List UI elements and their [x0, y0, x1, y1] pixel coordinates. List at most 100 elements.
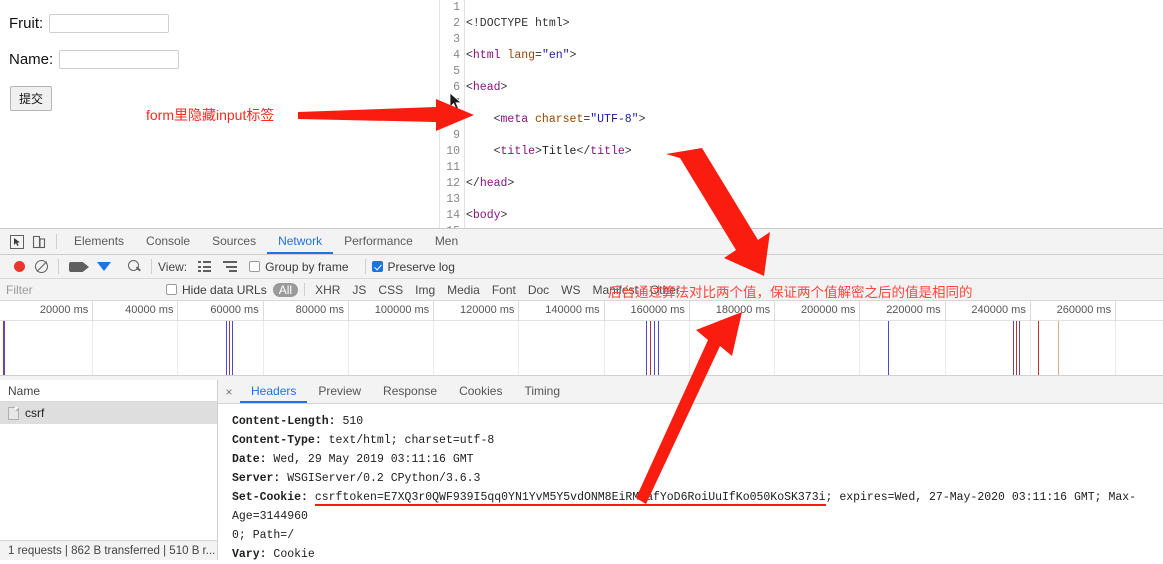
detail-tab-cookies[interactable]: Cookies: [448, 380, 513, 403]
tab-elements[interactable]: Elements: [63, 229, 135, 254]
tab-network[interactable]: Network: [267, 229, 333, 254]
timeline-tick-label: 60000 ms: [210, 304, 259, 316]
close-icon[interactable]: ×: [218, 385, 240, 399]
timeline-gridline: [775, 321, 861, 375]
fruit-input[interactable]: [49, 14, 170, 33]
code-line: <html lang="en">: [466, 49, 577, 62]
header-row-set-cookie: Set-Cookie: csrftoken=E7XQ3r0QWF939I5qq0…: [232, 488, 1163, 526]
code-line-number: 8: [453, 113, 460, 126]
annotation-backend-compare: 后台通过算法对比两个值，保证两个值解密之后的值是相同的: [608, 285, 973, 300]
filter-type-font[interactable]: Font: [486, 283, 522, 297]
detail-tab-headers[interactable]: Headers: [240, 380, 307, 403]
timeline-tick: 20000 ms: [8, 301, 94, 321]
timeline-tick-label: 20000 ms: [39, 304, 89, 316]
annotation-form-hidden-input: form里隐藏input标签: [146, 107, 275, 123]
header-value: WSGIServer/0.2 CPython/3.6.3: [287, 472, 481, 485]
timeline-tick-label: 120000 ms: [459, 304, 515, 316]
filter-type-doc[interactable]: Doc: [522, 283, 555, 297]
tab-sources[interactable]: Sources: [201, 229, 267, 254]
filter-type-ws[interactable]: WS: [555, 283, 586, 297]
clear-button[interactable]: [30, 257, 52, 277]
header-row-set-cookie-wrap: 0; Path=/: [232, 529, 295, 542]
timeline-gridline: [349, 321, 435, 375]
search-button[interactable]: [123, 257, 145, 277]
preserve-log-label: Preserve log: [387, 259, 455, 274]
filter-type-xhr[interactable]: XHR: [309, 283, 346, 297]
filter-divider: [304, 283, 306, 296]
header-key: Content-Type:: [232, 434, 322, 447]
filter-type-css[interactable]: CSS: [372, 283, 409, 297]
name-label: Name:: [9, 51, 54, 68]
timeline-tick-label: 220000 ms: [886, 304, 941, 316]
fruit-label: Fruit:: [9, 15, 44, 32]
code-line-number: 7: [453, 97, 460, 110]
header-row-content-type: Content-Type: text/html; charset=utf-8: [232, 431, 1163, 450]
toolbar-divider: [151, 259, 152, 274]
timeline-gridline: [1031, 321, 1117, 375]
code-line: <head>: [466, 81, 508, 94]
filter-type-all[interactable]: All: [272, 282, 299, 297]
timeline-tick-label: 140000 ms: [545, 304, 600, 316]
waterfall-view-icon: [223, 261, 238, 272]
tab-memory[interactable]: Men: [424, 229, 469, 254]
document-icon: [8, 406, 19, 420]
clear-icon: [34, 260, 48, 273]
header-row-content-length: Content-Length: 510: [232, 412, 1163, 431]
timeline-tick-label: 180000 ms: [715, 304, 771, 316]
list-view-icon: [197, 261, 211, 272]
timeline-tick: 60000 ms: [178, 301, 264, 321]
timeline-event-marker: [1058, 321, 1059, 375]
name-row: Name:: [9, 50, 180, 69]
timeline-event-marker: [650, 321, 651, 375]
detail-tab-response[interactable]: Response: [372, 380, 448, 403]
header-row-date: Date: Wed, 29 May 2019 03:11:16 GMT: [232, 450, 1163, 469]
filter-type-media[interactable]: Media: [441, 283, 486, 297]
view-waterfall-button[interactable]: [219, 257, 241, 277]
timeline-gridline: [690, 321, 776, 375]
tab-performance[interactable]: Performance: [333, 229, 424, 254]
filter-button[interactable]: [93, 257, 115, 284]
code-line-number: 3: [453, 33, 460, 46]
timeline-tick: 80000 ms: [264, 301, 349, 321]
timeline-event-marker: [654, 321, 655, 375]
header-row-vary: Vary: Cookie: [232, 545, 1163, 564]
network-toolbar: View: Group by frame Preserve log: [0, 255, 1163, 284]
name-input[interactable]: [59, 50, 180, 69]
filter-type-js[interactable]: JS: [346, 283, 372, 297]
timeline-event-marker: [1013, 321, 1014, 375]
header-row-server: Server: WSGIServer/0.2 CPython/3.6.3: [232, 469, 1163, 488]
timeline-tick: 160000 ms: [605, 301, 690, 321]
code-line-number: 2: [453, 17, 460, 30]
hide-data-urls-checkbox[interactable]: [166, 284, 177, 295]
submit-button[interactable]: 提交: [10, 86, 53, 111]
devtools-tabbar: Elements Console Sources Network Perform…: [0, 229, 1163, 255]
detail-tab-timing[interactable]: Timing: [513, 380, 571, 403]
tab-console[interactable]: Console: [135, 229, 201, 254]
code-line-number: 5: [453, 65, 460, 78]
timeline-tick-label: 80000 ms: [295, 304, 344, 316]
network-overview-timeline: 20000 ms 40000 ms 60000 ms 80000 ms 100000 m…: [0, 301, 1163, 376]
request-row-csrf[interactable]: csrf: [0, 402, 217, 424]
timeline-gridline: [93, 321, 179, 375]
search-icon: [127, 260, 141, 273]
inspect-element-icon[interactable]: [6, 232, 28, 252]
timeline-event-marker: [646, 321, 647, 375]
timeline-gridline: [434, 321, 520, 375]
group-by-frame-checkbox[interactable]: [249, 261, 261, 272]
device-toolbar-icon[interactable]: [28, 232, 50, 252]
toolbar-divider: [364, 259, 366, 274]
group-by-frame-label: Group by frame: [265, 259, 349, 274]
detail-tab-preview[interactable]: Preview: [307, 380, 372, 403]
timeline-tick: 40000 ms: [93, 301, 179, 321]
view-list-button[interactable]: [193, 257, 215, 277]
timeline-event-marker: [1016, 321, 1017, 375]
record-button[interactable]: [8, 257, 30, 277]
filter-type-img[interactable]: Img: [409, 283, 441, 297]
view-label: View:: [158, 259, 188, 274]
timeline-event-marker: [232, 321, 233, 375]
filter-input[interactable]: Filter: [6, 283, 166, 297]
preserve-log-checkbox[interactable]: [371, 261, 383, 272]
screenshot-button[interactable]: [65, 257, 89, 277]
code-line-number: 14: [446, 209, 460, 222]
timeline-ruler: 20000 ms 40000 ms 60000 ms 80000 ms 100000 m…: [0, 301, 1163, 321]
